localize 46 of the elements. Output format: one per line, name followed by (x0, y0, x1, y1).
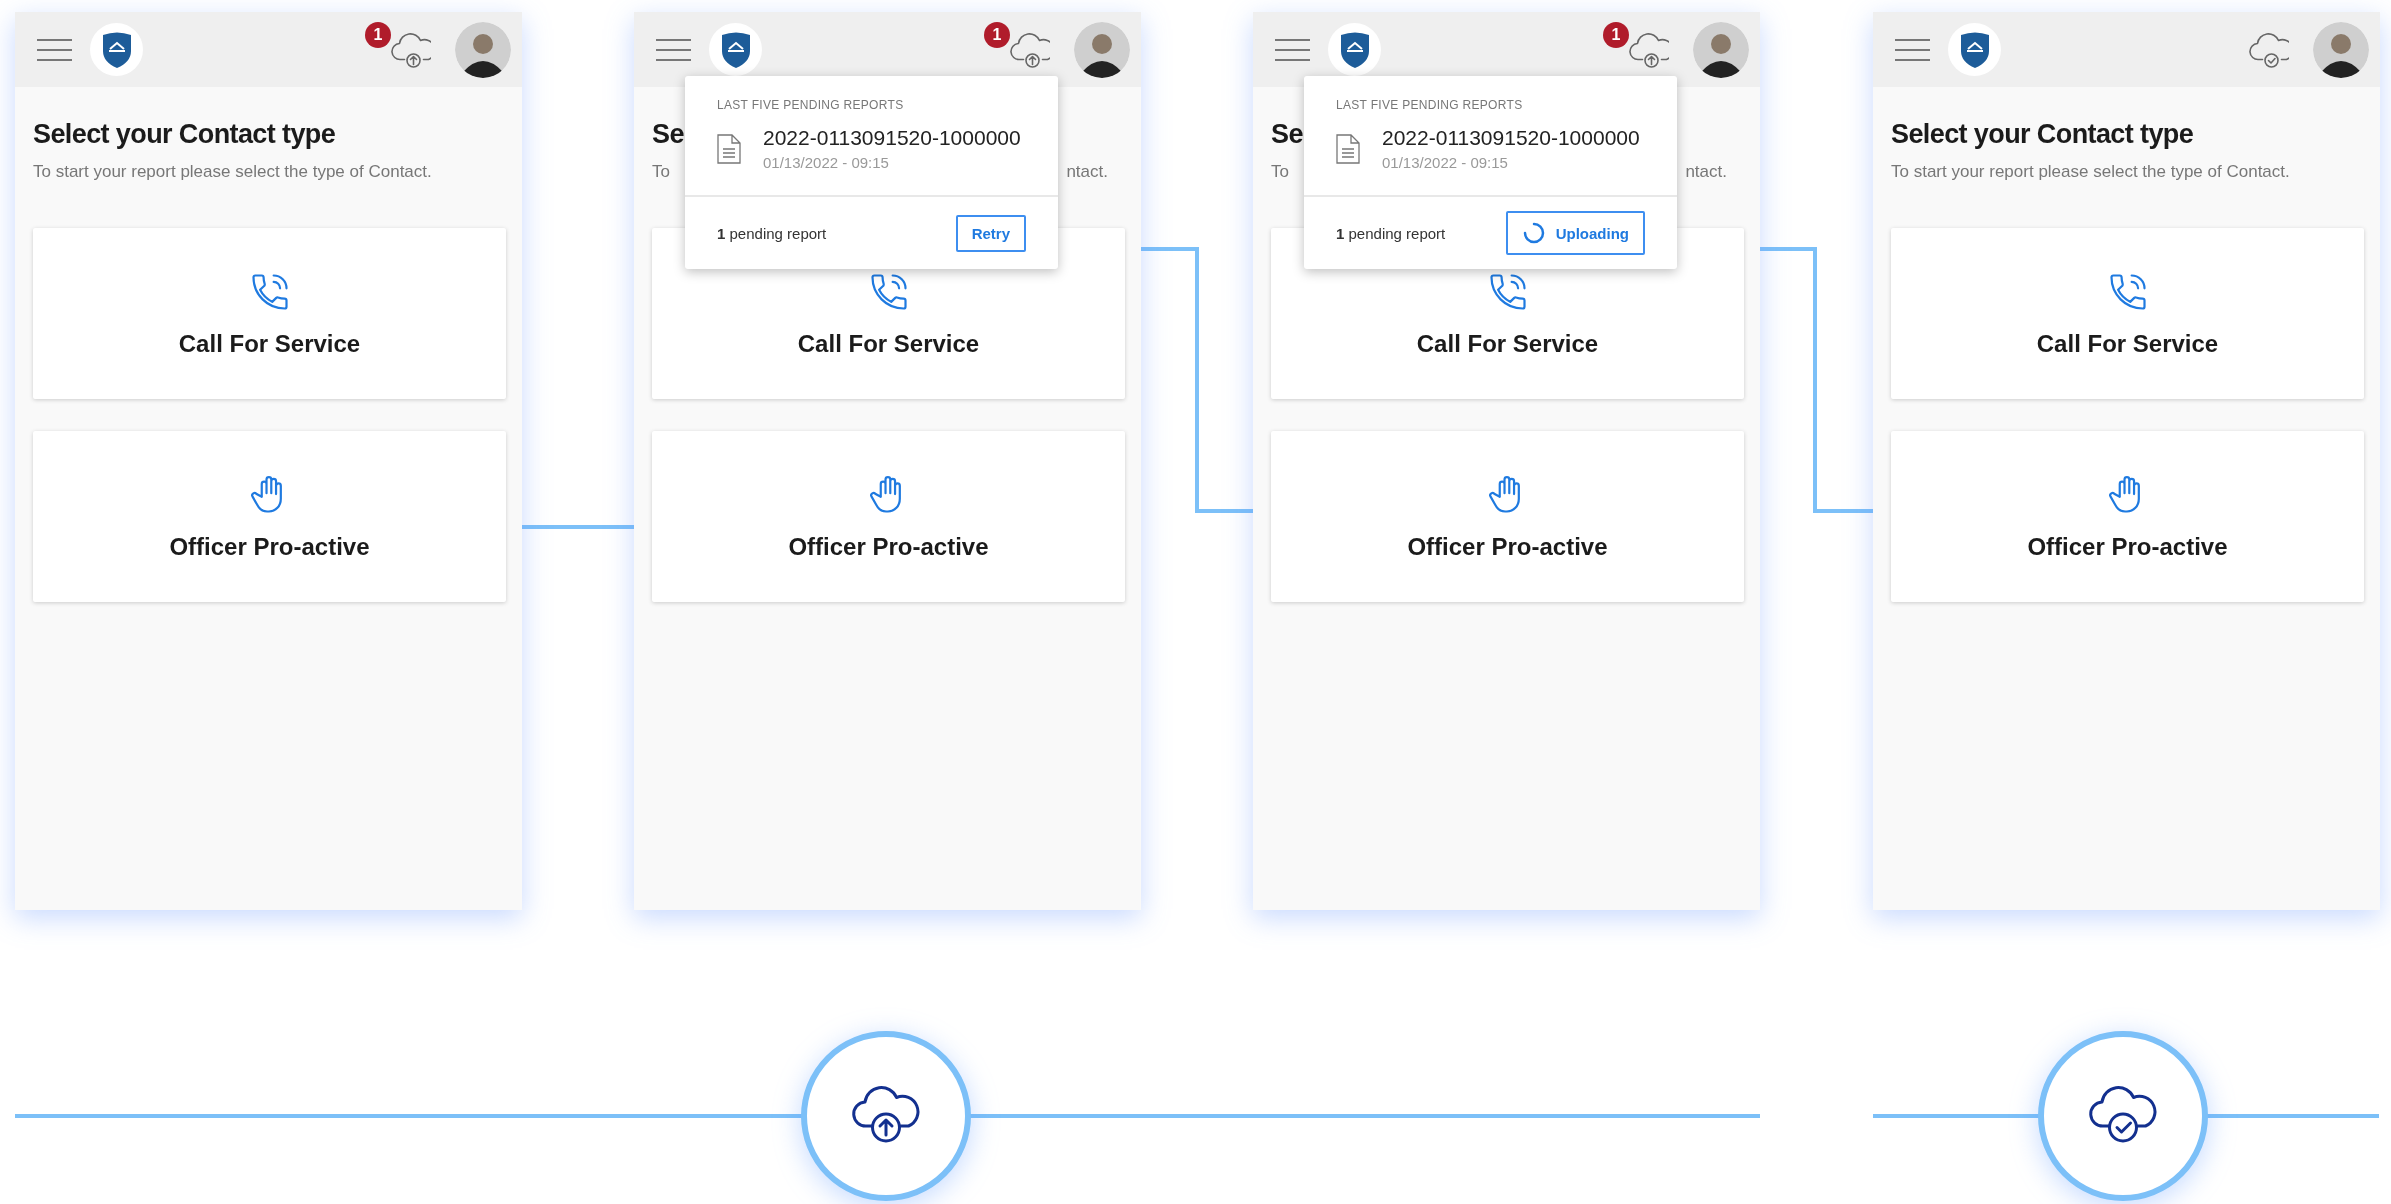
popup-heading: LAST FIVE PENDING REPORTS (1336, 98, 1524, 112)
avatar[interactable] (1693, 21, 1749, 78)
cloud-upload-icon (801, 1031, 971, 1201)
avatar[interactable] (455, 21, 511, 78)
page-subtitle: ntact. (1685, 162, 1727, 182)
notification-badge: 1 (365, 22, 391, 48)
menu-icon[interactable] (37, 38, 72, 61)
avatar[interactable] (2313, 21, 2369, 78)
contact-type-card[interactable]: Officer Pro-active (652, 431, 1125, 602)
contact-type-card[interactable]: Officer Pro-active (1891, 431, 2364, 602)
document-icon (717, 133, 741, 164)
cloud-upload-icon[interactable] (391, 31, 431, 68)
popup-heading: LAST FIVE PENDING REPORTS (717, 98, 905, 112)
menu-icon[interactable] (656, 38, 691, 61)
page-title: Se (1271, 119, 1303, 150)
report-date: 01/13/2022 - 09:15 (763, 154, 890, 171)
shield-logo-icon (90, 23, 143, 76)
page-title: Select your Contact type (33, 119, 336, 150)
report-id[interactable]: 2022-0113091520-1000000 (763, 126, 1021, 150)
cloud-upload-icon[interactable] (1010, 31, 1050, 68)
contact-type-card[interactable]: Call For Service (1891, 228, 2364, 399)
report-id[interactable]: 2022-0113091520-1000000 (1382, 126, 1640, 150)
report-date: 01/13/2022 - 09:15 (1382, 154, 1509, 171)
document-icon (1336, 133, 1360, 164)
uploading-button[interactable]: Uploading (1505, 211, 1645, 255)
page-subtitle: To (652, 162, 670, 182)
page-title: Select your Contact type (1891, 119, 2194, 150)
menu-icon[interactable] (1895, 38, 1930, 61)
page-title: Se (652, 119, 684, 150)
cloud-check-icon (2038, 1031, 2208, 1201)
contact-type-card[interactable]: Officer Pro-active (1271, 431, 1744, 602)
retry-button[interactable]: Retry (955, 214, 1026, 252)
shield-logo-icon (1948, 23, 2001, 76)
spinner-icon (1521, 221, 1546, 245)
page-subtitle: To (1271, 162, 1289, 182)
page-subtitle: To start your report please select the type of Contact. (33, 162, 432, 182)
avatar[interactable] (1074, 21, 1130, 78)
menu-icon[interactable] (1275, 38, 1310, 61)
cloud-check-icon[interactable] (2249, 31, 2289, 68)
notification-badge: 1 (1603, 22, 1629, 48)
contact-type-card[interactable]: Call For Service (33, 228, 506, 399)
cloud-upload-icon[interactable] (1629, 31, 1669, 68)
page-subtitle: To start your report please select the type of Contact. (1891, 162, 2290, 182)
page-subtitle: ntact. (1066, 162, 1108, 182)
notification-badge: 1 (984, 22, 1010, 48)
contact-type-card[interactable]: Officer Pro-active (33, 431, 506, 602)
